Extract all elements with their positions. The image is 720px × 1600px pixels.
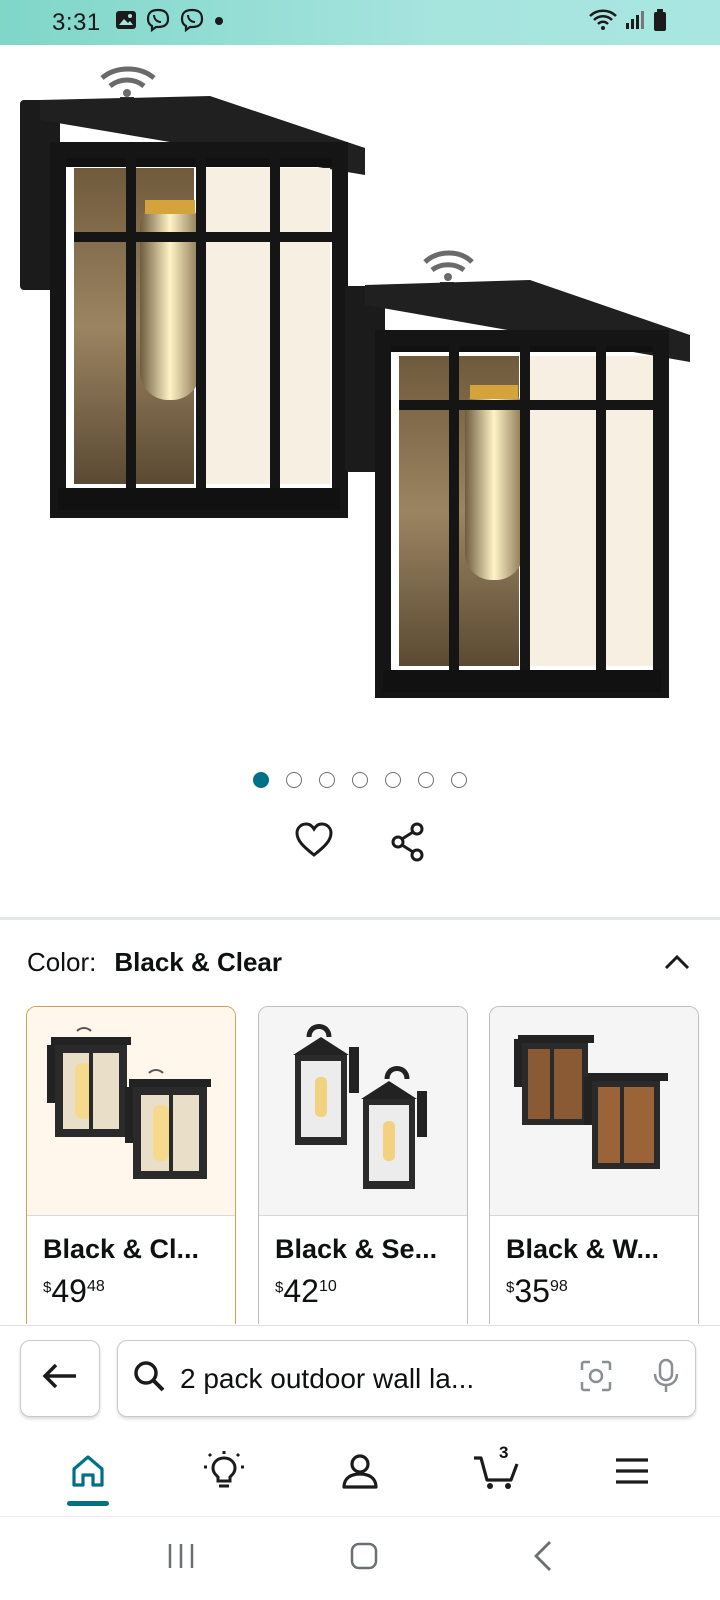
product-actions — [0, 822, 720, 867]
menu-icon — [614, 1456, 650, 1491]
color-option-price: $ 35 98 — [506, 1273, 568, 1309]
selected-color: Black & Clear — [114, 946, 283, 977]
user-icon — [341, 1452, 379, 1495]
lightbulb-icon — [202, 1450, 246, 1497]
nav-home[interactable] — [43, 1438, 133, 1508]
color-option-name: Black & Cl... — [43, 1234, 200, 1264]
recent-apps-icon[interactable] — [166, 1542, 196, 1575]
color-swatches: Black & Cl... $ 49 48 Black & Se... $ 42… — [26, 1006, 720, 1324]
chevron-up-icon[interactable] — [657, 944, 697, 980]
arrow-left-icon — [42, 1362, 78, 1395]
share-icon[interactable] — [390, 822, 426, 867]
search-query[interactable]: 2 pack outdoor wall la... — [180, 1363, 549, 1395]
battery-icon — [652, 8, 668, 37]
color-option[interactable]: Black & W... $ 35 98 — [489, 1006, 699, 1324]
carousel-dot[interactable] — [385, 772, 401, 788]
section-divider — [0, 917, 720, 920]
color-option-name: Black & Se... — [275, 1234, 438, 1264]
home-button-icon[interactable] — [349, 1541, 379, 1576]
swatch-image — [490, 1007, 698, 1216]
carousel-dot[interactable] — [319, 772, 335, 788]
microphone-icon[interactable] — [651, 1358, 681, 1399]
color-selector-header: Color: Black & Clear — [27, 944, 697, 980]
color-option[interactable]: Black & Cl... $ 49 48 — [26, 1006, 236, 1324]
nav-menu[interactable] — [587, 1438, 677, 1508]
cart-icon — [472, 1452, 520, 1495]
heart-icon[interactable] — [294, 822, 334, 867]
wifi-icon — [588, 8, 618, 37]
gallery-icon — [115, 9, 137, 36]
system-nav — [0, 1516, 720, 1600]
carousel-dot[interactable] — [451, 772, 467, 788]
bottom-nav: 3 — [0, 1430, 720, 1516]
search-area: 2 pack outdoor wall la... — [0, 1325, 720, 1430]
notification-dot-icon — [213, 14, 225, 32]
nav-inspire[interactable] — [179, 1438, 269, 1508]
nav-cart[interactable]: 3 — [451, 1438, 541, 1508]
back-button[interactable] — [20, 1340, 100, 1417]
viber-icon — [179, 8, 205, 37]
nav-account[interactable] — [315, 1438, 405, 1508]
carousel-dot[interactable] — [286, 772, 302, 788]
carousel-dot[interactable] — [352, 772, 368, 788]
color-label: Color: — [27, 946, 97, 977]
search-icon — [132, 1359, 166, 1398]
swatch-image — [27, 1007, 235, 1216]
color-option-price: $ 42 10 — [275, 1273, 337, 1309]
color-option-name: Black & W... — [506, 1234, 660, 1264]
color-option[interactable]: Black & Se... $ 42 10 — [258, 1006, 468, 1324]
home-icon — [70, 1454, 106, 1493]
carousel-dot[interactable] — [418, 772, 434, 788]
viber-icon — [145, 8, 171, 37]
product-image[interactable] — [0, 45, 720, 735]
back-nav-icon[interactable] — [532, 1540, 554, 1577]
cart-count: 3 — [499, 1443, 509, 1462]
color-option-price: $ 49 48 — [43, 1273, 105, 1309]
carousel-dot[interactable] — [253, 772, 269, 788]
image-carousel-dots[interactable] — [0, 772, 720, 788]
status-bar: 3:31 — [0, 0, 720, 45]
camera-scan-icon[interactable] — [579, 1359, 613, 1398]
status-time: 3:31 — [52, 8, 101, 36]
swatch-image — [259, 1007, 467, 1216]
signal-icon — [624, 9, 646, 36]
search-input[interactable]: 2 pack outdoor wall la... — [117, 1340, 696, 1417]
